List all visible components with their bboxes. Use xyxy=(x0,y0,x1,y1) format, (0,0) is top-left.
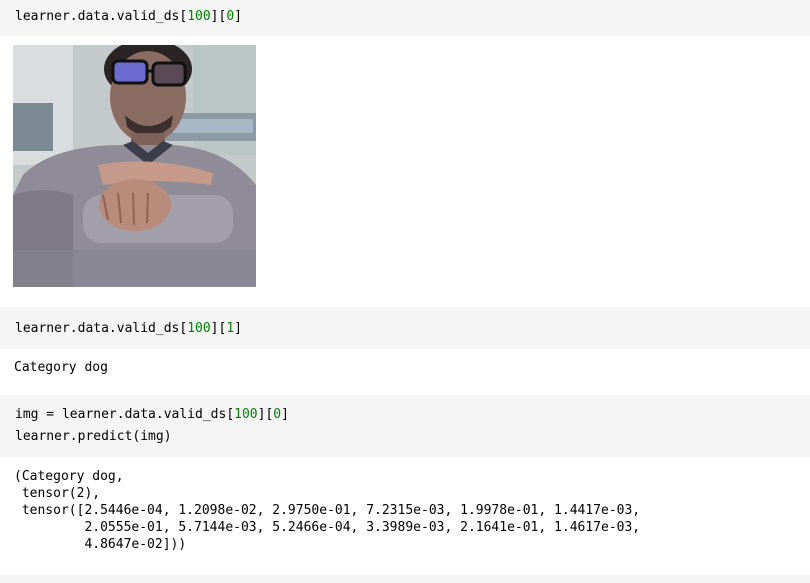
output-text-category: Category dog xyxy=(14,360,108,375)
output-text-predict: (Category dog, tensor(2), tensor([2.5446… xyxy=(14,469,641,552)
code-line: learner.predict(img) xyxy=(15,429,172,444)
code-number: 100 xyxy=(187,9,211,24)
code-text: learner.data.valid_ds[ xyxy=(15,9,188,24)
code-text: ][ xyxy=(210,9,227,24)
code-text: ] xyxy=(281,407,289,422)
output-image xyxy=(13,45,256,287)
code-number: 100 xyxy=(234,407,258,422)
code-text: ] xyxy=(234,321,242,336)
code-line: learner.data.valid_ds[100][1] xyxy=(15,318,810,340)
code-cell-4-input[interactable] xyxy=(0,575,810,583)
code-line: learner.data.valid_ds[100][0] xyxy=(15,6,810,28)
code-text: ][ xyxy=(257,407,274,422)
code-number: 0 xyxy=(226,9,235,24)
code-cell-3-input[interactable]: img = learner.data.valid_ds[100][0] lear… xyxy=(0,395,810,457)
code-cell-2-input[interactable]: learner.data.valid_ds[100][1] xyxy=(0,307,810,349)
person-photo xyxy=(13,45,256,287)
code-number: 100 xyxy=(187,321,211,336)
code-number: 0 xyxy=(273,407,282,422)
code-text: ] xyxy=(234,9,242,24)
code-text: img = learner.data.valid_ds[ xyxy=(15,407,235,422)
code-number: 1 xyxy=(226,321,235,336)
code-cell-1-input[interactable]: learner.data.valid_ds[100][0] xyxy=(0,0,810,36)
code-text: learner.data.valid_ds[ xyxy=(15,321,188,336)
code-text: ][ xyxy=(210,321,227,336)
code-line: img = learner.data.valid_ds[100][0] xyxy=(15,404,810,426)
